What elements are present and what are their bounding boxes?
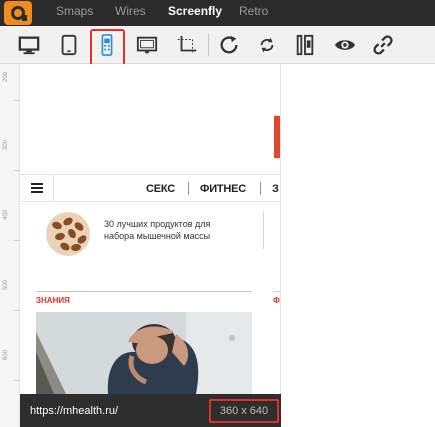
- topnav-retro[interactable]: Retro: [239, 4, 268, 18]
- promo-title[interactable]: 30 лучших продуктов для набора мышечной …: [104, 218, 239, 242]
- nav-link-sex[interactable]: СЕКС: [146, 183, 175, 195]
- ruler-label: 600: [3, 349, 9, 360]
- article-image[interactable]: [36, 312, 252, 394]
- scrollbar-button[interactable]: [290, 30, 320, 60]
- hamburger-menu-icon[interactable]: [31, 183, 43, 193]
- custom-size-icon: [177, 35, 197, 55]
- topnav-wires[interactable]: Wires: [115, 4, 146, 18]
- device-viewport[interactable]: СЕКС ФИТНЕС З 30 лучших продуктов для на…: [20, 64, 281, 394]
- rotate-icon: [220, 35, 238, 54]
- tablet-icon: [61, 34, 77, 56]
- section-label-next[interactable]: Ф: [273, 296, 280, 305]
- tablet-button[interactable]: [54, 30, 84, 60]
- link-icon: [373, 35, 393, 55]
- section-label-knowledge[interactable]: ЗНАНИЯ: [36, 296, 70, 305]
- rotate-button[interactable]: [214, 30, 244, 60]
- nav-link-more[interactable]: З: [272, 183, 279, 195]
- tv-icon: [136, 36, 158, 54]
- ruler-label: 300: [3, 139, 9, 150]
- current-url[interactable]: https://mhealth.ru/: [30, 405, 118, 417]
- tv-button[interactable]: [132, 30, 162, 60]
- custom-size-button[interactable]: [172, 30, 202, 60]
- viewport-size: 360 x 640: [209, 399, 279, 423]
- refresh-button[interactable]: [252, 30, 282, 60]
- site-logo-fragment: [274, 116, 280, 158]
- site-navigation: СЕКС ФИТНЕС З: [20, 174, 280, 202]
- ruler-label: 400: [3, 209, 9, 220]
- top-navigation: Smaps Wires Screenfly Retro: [0, 0, 435, 26]
- eye-icon: [334, 40, 356, 50]
- app-logo-icon[interactable]: [4, 1, 32, 25]
- ruler-label: 500: [3, 279, 9, 290]
- desktop-button[interactable]: [14, 30, 44, 60]
- almonds-image: [46, 212, 90, 256]
- nav-link-fitness[interactable]: ФИТНЕС: [200, 183, 246, 195]
- scrollbar-icon: [296, 34, 314, 56]
- device-toolbar: [0, 26, 435, 64]
- ruler-label: 200: [3, 71, 9, 82]
- status-bar: https://mhealth.ru/ 360 x 640: [20, 394, 281, 427]
- promo-article[interactable]: 30 лучших продуктов для набора мышечной …: [38, 209, 264, 257]
- share-link-button[interactable]: [368, 30, 398, 60]
- vertical-ruler: 200 300 400 500 600: [0, 64, 20, 427]
- refresh-icon: [260, 37, 274, 53]
- desktop-icon: [18, 36, 40, 55]
- topnav-screenfly[interactable]: Screenfly: [168, 4, 222, 18]
- topnav-smaps[interactable]: Smaps: [56, 4, 93, 18]
- preview-button[interactable]: [330, 30, 360, 60]
